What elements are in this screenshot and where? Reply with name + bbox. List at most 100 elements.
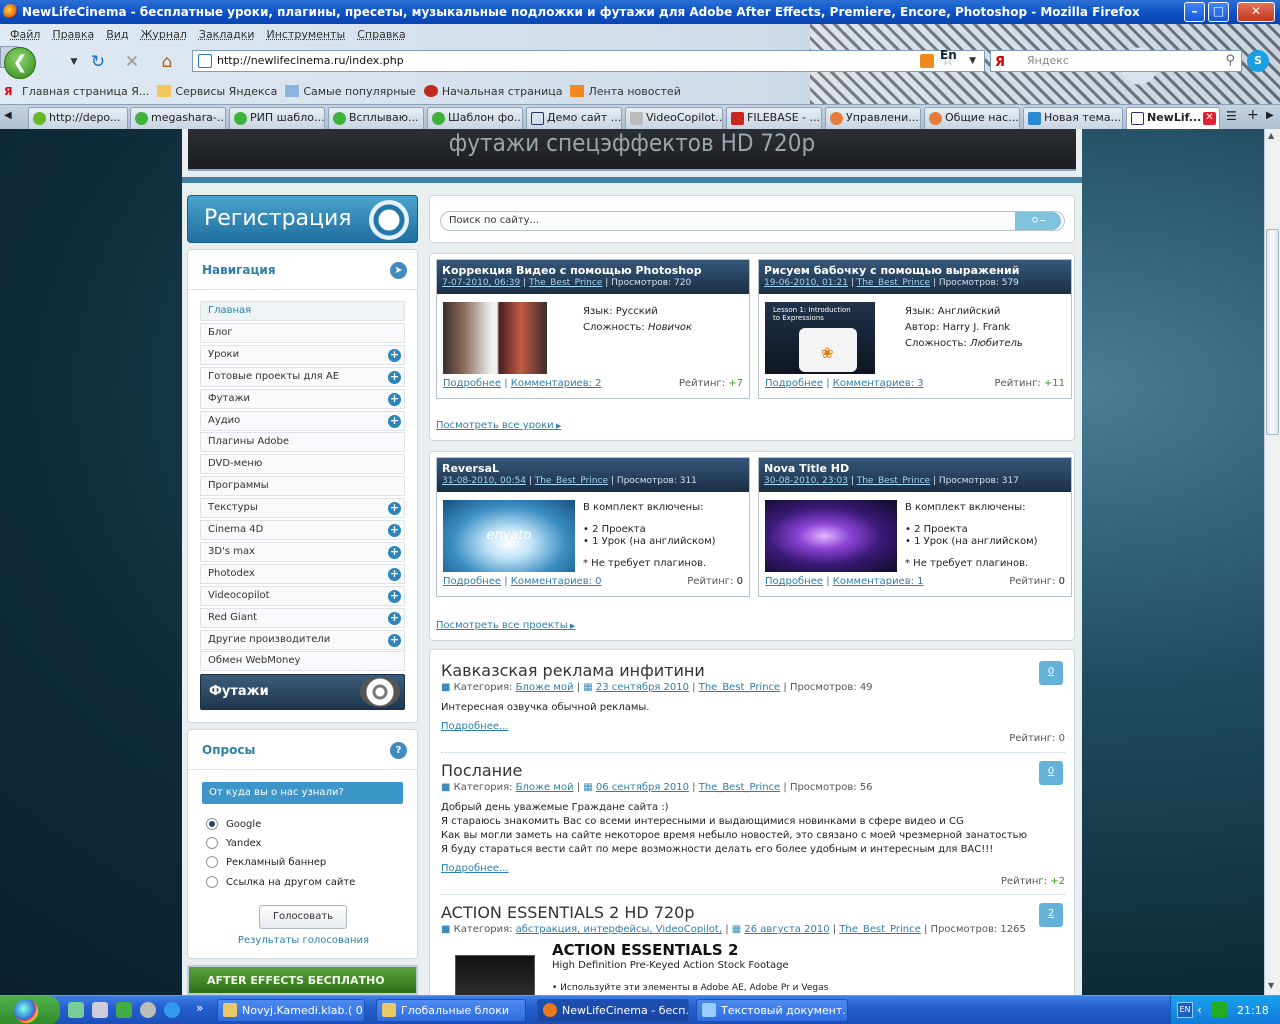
skype-icon[interactable]: S: [1247, 50, 1269, 72]
expand-plus-icon[interactable]: +: [388, 392, 401, 406]
expand-plus-icon[interactable]: +: [388, 545, 401, 559]
poll-option-link[interactable]: Ссылка на другом сайте: [206, 876, 355, 889]
lesson-date[interactable]: 7-07-2010, 06:39: [442, 278, 520, 288]
tab-active[interactable]: NewLif... ✕: [1126, 107, 1220, 129]
quicklaunch-icon[interactable]: [116, 1002, 132, 1018]
bookmark-news-feed[interactable]: Лента новостей: [570, 85, 681, 98]
tab[interactable]: megashara-...: [130, 107, 226, 129]
lesson-author[interactable]: The_Best_Prince: [529, 278, 602, 288]
close-button[interactable]: ✕: [1237, 2, 1275, 22]
menu-edit[interactable]: Правка: [46, 24, 100, 46]
history-dropdown-icon[interactable]: ▼: [64, 52, 84, 72]
reload-icon[interactable]: ↻: [88, 52, 108, 72]
site-search-input[interactable]: Поиск по сайту...: [440, 211, 1065, 231]
nav-item[interactable]: Photodex +: [200, 563, 405, 584]
radio-icon[interactable]: [206, 856, 218, 868]
poll-option-banner[interactable]: Рекламный баннер: [206, 856, 326, 869]
news-category[interactable]: абстракция, интерфейсы, VideoCopilot,: [516, 924, 722, 935]
read-more-link[interactable]: Подробнее...: [441, 721, 1065, 732]
back-button[interactable]: ❮: [4, 47, 36, 79]
bookmark-yandex-services[interactable]: Сервисы Яндекса: [157, 85, 277, 98]
nav-item[interactable]: Программы: [200, 476, 405, 497]
ie-icon[interactable]: [164, 1002, 180, 1018]
expand-plus-icon[interactable]: +: [388, 567, 401, 581]
project-thumbnail[interactable]: envato: [443, 500, 575, 572]
rss-icon[interactable]: [920, 54, 934, 68]
radio-icon[interactable]: [206, 837, 218, 849]
news-title[interactable]: Кавказская реклама инфитини: [441, 661, 1065, 681]
news-title[interactable]: Послание: [441, 761, 1065, 781]
clock[interactable]: 21:18: [1237, 996, 1269, 1024]
taskbar-item[interactable]: Novyj.Kamedi.klab.( 0...: [217, 999, 365, 1022]
comment-count-badge[interactable]: 0: [1039, 661, 1063, 685]
vertical-scrollbar[interactable]: ▲ ▼: [1264, 129, 1280, 995]
quicklaunch-icon[interactable]: [140, 1002, 156, 1018]
browser-search-input[interactable]: Я Яндекс ⚲: [990, 50, 1242, 72]
news-category[interactable]: Бложе мой: [516, 782, 574, 793]
bookmark-start-page[interactable]: Начальная страница: [423, 85, 562, 98]
comment-count-badge[interactable]: 2: [1039, 903, 1063, 927]
scrollbar-thumb[interactable]: [1266, 229, 1279, 435]
expand-plus-icon[interactable]: +: [388, 348, 401, 362]
menu-tools[interactable]: Инструменты: [261, 24, 352, 46]
stop-icon[interactable]: ✕: [122, 52, 142, 72]
site-search-button[interactable]: ⚪–: [1015, 212, 1061, 230]
project-title[interactable]: ReversaL: [442, 462, 744, 475]
tab[interactable]: Новая тема...: [1023, 107, 1123, 129]
url-dropdown-icon[interactable]: ▼: [969, 51, 976, 71]
scroll-down-icon[interactable]: ▼: [1268, 981, 1274, 990]
more-link[interactable]: Подробнее: [765, 576, 823, 587]
news-author[interactable]: The_Best_Prince: [699, 682, 780, 693]
view-all-projects-link[interactable]: Посмотреть все проекты: [436, 620, 575, 631]
lesson-title[interactable]: Рисуем бабочку с помощью выражений: [764, 264, 1066, 277]
taskbar-item[interactable]: Текстовый документ...: [696, 999, 848, 1022]
start-button[interactable]: [0, 996, 60, 1024]
footage-banner[interactable]: Футажи: [200, 674, 405, 710]
help-icon[interactable]: ?: [390, 742, 407, 759]
taskbar-item[interactable]: Глобальные блоки: [376, 999, 526, 1022]
poll-option-google[interactable]: Google: [206, 818, 261, 831]
language-switcher[interactable]: EN: [1177, 1002, 1193, 1018]
nav-item[interactable]: DVD-меню: [200, 454, 405, 475]
more-link[interactable]: Подробнее: [443, 378, 501, 389]
nav-item[interactable]: Red Giant +: [200, 607, 405, 628]
nav-item[interactable]: 3D's max +: [200, 541, 405, 562]
tab[interactable]: Общие нас...: [924, 107, 1020, 129]
news-author[interactable]: The_Best_Prince: [699, 782, 780, 793]
news-title[interactable]: ACTION ESSENTIALS 2 HD 720p: [441, 903, 1065, 923]
comments-link[interactable]: Комментариев: 3: [833, 378, 924, 389]
news-date[interactable]: 23 сентября 2010: [596, 682, 689, 693]
tab[interactable]: http://depo...: [28, 107, 128, 129]
expand-plus-icon[interactable]: +: [388, 414, 401, 428]
tab[interactable]: Демо сайт ...: [526, 107, 622, 129]
register-button[interactable]: Регистрация: [187, 195, 418, 243]
radio-icon[interactable]: [206, 818, 218, 830]
menu-help[interactable]: Справка: [351, 24, 411, 46]
nav-item[interactable]: Блог: [200, 322, 405, 343]
news-date[interactable]: 06 сентября 2010: [596, 782, 689, 793]
nav-item[interactable]: Другие производители +: [200, 629, 405, 650]
minimize-button[interactable]: –: [1184, 2, 1205, 22]
view-all-lessons-link[interactable]: Посмотреть все уроки: [436, 420, 561, 431]
comments-link[interactable]: Комментариев: 2: [511, 378, 602, 389]
magnifier-icon[interactable]: ⚲: [1225, 51, 1235, 71]
vote-button[interactable]: Голосовать: [259, 905, 347, 929]
address-bar[interactable]: http://newlifecinema.ru/index.php ☆ ▼: [192, 50, 985, 72]
maximize-button[interactable]: □: [1208, 2, 1229, 22]
lesson-thumbnail[interactable]: Lesson 1: Introduction to Expressions ❀: [765, 302, 875, 374]
nav-item[interactable]: Текстуры +: [200, 498, 405, 519]
scroll-tabs-right-icon[interactable]: ▶: [1266, 110, 1274, 121]
expand-plus-icon[interactable]: +: [388, 611, 401, 625]
yandex-icon[interactable]: Я: [995, 53, 1005, 73]
menu-view[interactable]: Вид: [100, 24, 134, 46]
nav-item[interactable]: Уроки +: [200, 344, 405, 365]
poll-results-link[interactable]: Результаты голосования: [188, 935, 419, 946]
nav-item[interactable]: Плагины Adobe: [200, 432, 405, 453]
menu-bookmarks[interactable]: Закладки: [193, 24, 261, 46]
bookmark-yandex-home[interactable]: Я Главная страница Я...: [4, 85, 149, 99]
news-category[interactable]: Бложе мой: [516, 682, 574, 693]
expand-plus-icon[interactable]: +: [388, 524, 401, 537]
tab[interactable]: Шаблон фо...: [427, 107, 523, 129]
project-author[interactable]: The_Best_Prince: [535, 476, 608, 486]
radio-icon[interactable]: [206, 876, 218, 888]
